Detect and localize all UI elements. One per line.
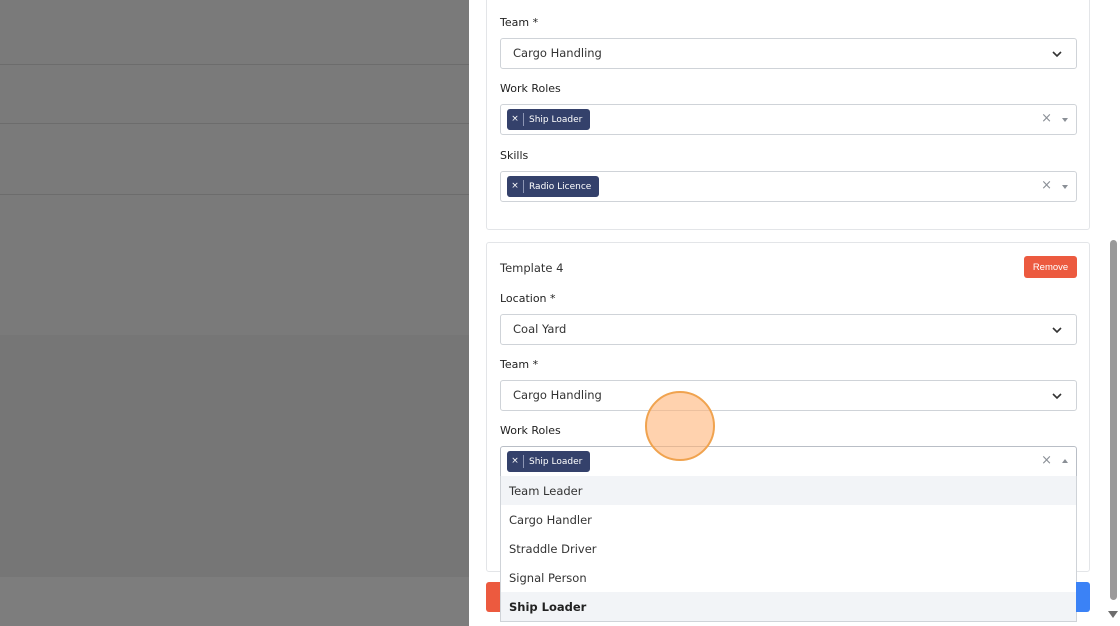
divider <box>0 194 469 195</box>
tag-remove-icon[interactable]: × <box>507 455 524 468</box>
team-select-value: Cargo Handling <box>513 46 602 60</box>
dropdown-option[interactable]: Straddle Driver <box>501 534 1076 563</box>
backdrop-region <box>0 577 469 626</box>
team-label: Team * <box>500 358 539 371</box>
dropdown-option[interactable]: Cargo Handler <box>501 505 1076 534</box>
caret-down-icon[interactable] <box>1062 118 1068 122</box>
tag-remove-icon[interactable]: × <box>507 113 524 126</box>
scroll-down-arrow-icon[interactable] <box>1108 611 1118 618</box>
team-select[interactable]: Cargo Handling <box>500 380 1077 411</box>
location-select-value: Coal Yard <box>513 322 567 336</box>
skill-tag: × Radio Licence <box>507 176 600 197</box>
caret-up-icon[interactable] <box>1062 459 1068 463</box>
tag-remove-icon[interactable]: × <box>507 180 524 193</box>
scrollbar-thumb[interactable] <box>1110 240 1117 600</box>
chevron-down-icon <box>1052 393 1062 400</box>
dropdown-option[interactable]: Ship Loader <box>501 592 1076 621</box>
clear-icon[interactable]: × <box>1041 453 1052 468</box>
chevron-down-icon <box>1052 327 1062 334</box>
divider <box>0 64 469 65</box>
touch-indicator <box>645 391 715 461</box>
tag-label: Radio Licence <box>529 181 592 192</box>
modal-backdrop[interactable] <box>0 0 469 626</box>
location-label: Location * <box>500 292 556 305</box>
work-roles-dropdown: Team Leader Cargo Handler Straddle Drive… <box>500 476 1077 622</box>
side-panel: Team * Cargo Handling Work Roles × Ship … <box>469 0 1120 626</box>
team-select[interactable]: Cargo Handling <box>500 38 1077 69</box>
skills-label: Skills <box>500 149 529 162</box>
caret-down-icon[interactable] <box>1062 185 1068 189</box>
location-select[interactable]: Coal Yard <box>500 314 1077 345</box>
work-roles-label: Work Roles <box>500 424 561 437</box>
clear-icon[interactable]: × <box>1041 178 1052 193</box>
chevron-down-icon <box>1052 51 1062 58</box>
work-role-tag: × Ship Loader <box>507 109 591 130</box>
tag-label: Ship Loader <box>529 456 583 467</box>
dropdown-option[interactable]: Team Leader <box>501 476 1076 505</box>
cancel-button[interactable] <box>486 582 500 612</box>
team-label: Team * <box>500 16 539 29</box>
template-title: Template 4 <box>500 261 564 275</box>
save-button[interactable] <box>1076 582 1090 612</box>
team-select-value: Cargo Handling <box>513 388 602 402</box>
backdrop-region <box>0 335 469 577</box>
skills-multiselect[interactable]: × Radio Licence × <box>500 171 1077 202</box>
tag-label: Ship Loader <box>529 114 583 125</box>
dropdown-option[interactable]: Signal Person <box>501 563 1076 592</box>
divider <box>0 123 469 124</box>
remove-button[interactable]: Remove <box>1024 256 1077 278</box>
work-roles-multiselect[interactable]: × Ship Loader × <box>500 446 1077 477</box>
work-roles-multiselect[interactable]: × Ship Loader × <box>500 104 1077 135</box>
work-role-tag: × Ship Loader <box>507 451 591 472</box>
work-roles-label: Work Roles <box>500 82 561 95</box>
clear-icon[interactable]: × <box>1041 111 1052 126</box>
